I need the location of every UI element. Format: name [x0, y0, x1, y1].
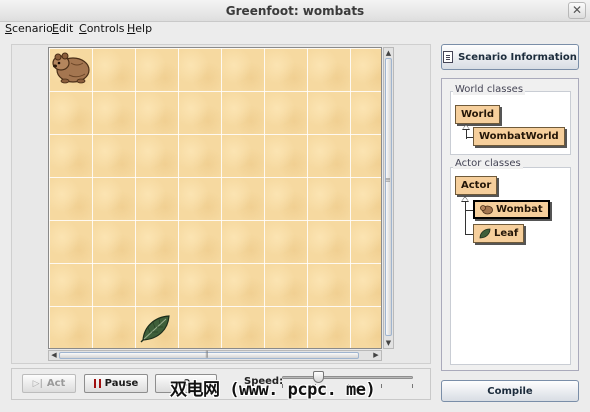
slider-tick [412, 384, 413, 388]
wombat-icon[interactable] [51, 51, 91, 85]
scenario-information-label: Scenario Information [458, 51, 577, 63]
class-actor-label: Actor [461, 180, 492, 191]
class-wombat-label: Wombat [496, 204, 543, 215]
step-icon: ▷| [32, 378, 43, 389]
scroll-up-icon[interactable]: ▲ [384, 48, 393, 58]
pause-label: Pause [104, 378, 139, 389]
close-icon[interactable]: ✕ [568, 2, 586, 19]
leaf-icon[interactable] [140, 313, 172, 343]
world-canvas[interactable] [48, 47, 382, 349]
watermark: 双电网 (www. pcpc. me) [170, 380, 376, 400]
world-classes-title: World classes [453, 84, 526, 95]
compile-label: Compile [487, 385, 533, 397]
pause-button[interactable]: Pause [84, 374, 148, 393]
inheritance-line [465, 201, 466, 235]
class-leaf-label: Leaf [494, 228, 519, 239]
actor-classes-title: Actor classes [453, 158, 523, 169]
class-browser: World classes World WombatWorld Actor cl… [441, 78, 579, 371]
horizontal-grip-icon: ‖ [205, 350, 209, 358]
leaf-icon [479, 228, 491, 239]
scenario-information-button[interactable]: Scenario Information [441, 44, 579, 70]
menu-edit[interactable]: Edit [52, 22, 73, 35]
wombat-icon [480, 205, 493, 215]
menu-controls[interactable]: Controls [79, 22, 125, 35]
class-wombat[interactable]: Wombat [473, 200, 550, 219]
world-horizontal-scrollbar[interactable]: ◀ ‖ ▶ [48, 350, 382, 361]
class-world[interactable]: World [455, 105, 501, 124]
scroll-left-icon[interactable]: ◀ [49, 351, 59, 360]
window-title: Greenfoot: wombats [225, 4, 365, 18]
vertical-grip-icon: ≡ [385, 176, 391, 184]
world-vertical-scrollbar[interactable]: ▲ ≡ ▼ [383, 47, 394, 349]
act-label: Act [46, 378, 66, 389]
menu-bar: Scenario Edit Controls Help [0, 22, 590, 37]
class-world-label: World [461, 109, 495, 120]
class-wombatworld[interactable]: WombatWorld [473, 127, 565, 146]
class-leaf[interactable]: Leaf [473, 224, 525, 243]
class-wombatworld-label: WombatWorld [479, 131, 559, 142]
pause-icon [93, 379, 101, 388]
compile-button[interactable]: Compile [441, 380, 579, 402]
slider-tick [381, 384, 382, 388]
class-actor[interactable]: Actor [455, 176, 498, 195]
document-icon [443, 51, 454, 63]
menu-scenario[interactable]: Scenario [5, 22, 53, 35]
act-button[interactable]: ▷| Act [22, 374, 76, 393]
scroll-right-icon[interactable]: ▶ [371, 351, 381, 360]
menu-help[interactable]: Help [127, 22, 152, 35]
vertical-scroll-thumb[interactable] [385, 58, 392, 336]
inheritance-arrow-icon [462, 124, 470, 130]
scroll-down-icon[interactable]: ▼ [384, 338, 393, 348]
horizontal-scroll-thumb[interactable] [59, 352, 359, 359]
title-bar: Greenfoot: wombats ✕ [0, 0, 590, 22]
